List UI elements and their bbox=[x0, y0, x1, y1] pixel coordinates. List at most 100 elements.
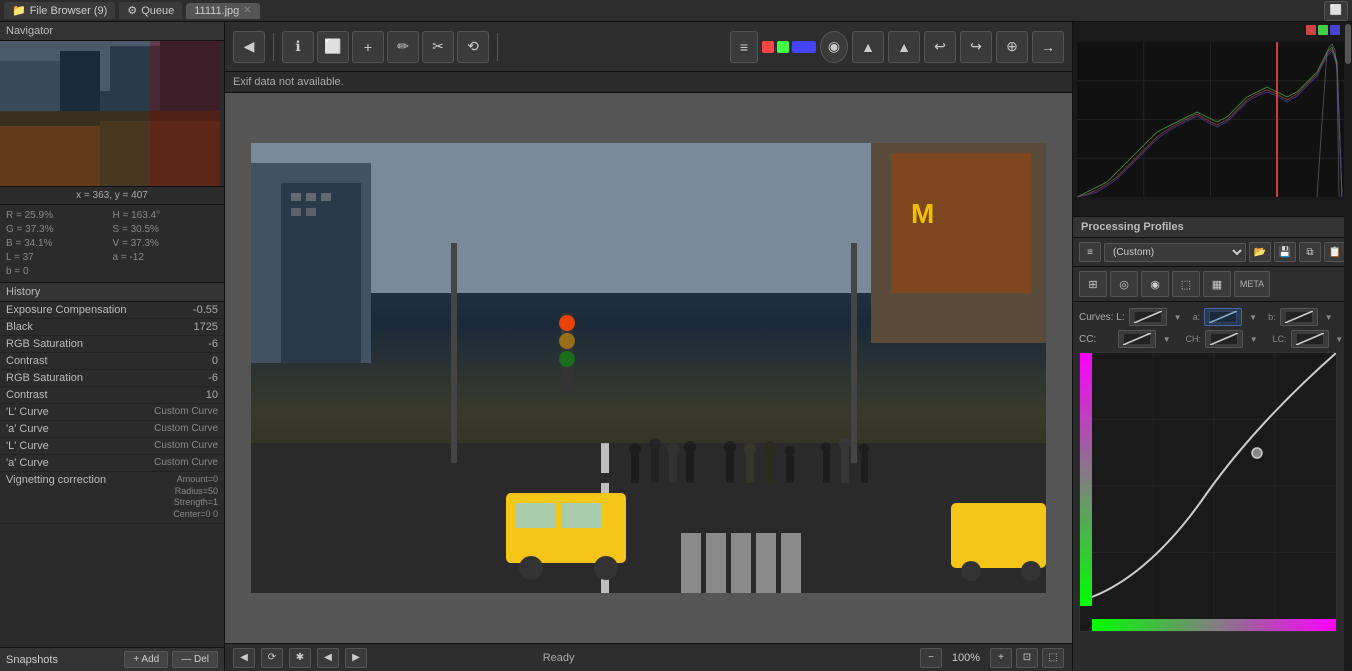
curves-cc-row: CC: ▼ CH: ▼ LC: bbox=[1079, 330, 1346, 348]
color-lab-row: a = -12 bbox=[113, 251, 219, 264]
warning-button[interactable]: ▲ bbox=[852, 31, 884, 63]
circle-button[interactable]: ◉ bbox=[820, 31, 848, 63]
profile-select[interactable]: (Custom) bbox=[1104, 243, 1246, 262]
history-item-lcurve2[interactable]: 'L' Curve Custom Curve bbox=[0, 438, 224, 455]
profile-paste-button[interactable]: 📋 bbox=[1324, 242, 1346, 262]
curves-cc-button[interactable] bbox=[1118, 330, 1156, 348]
file-browser-icon: 📁 bbox=[12, 4, 26, 17]
fit-button[interactable]: ⊡ bbox=[1016, 648, 1038, 668]
detail-tool-button[interactable]: ◉ bbox=[1141, 271, 1169, 297]
tab-queue-label: Queue bbox=[141, 5, 174, 17]
navigator-image[interactable] bbox=[0, 41, 220, 186]
curves-cc-label: CC: bbox=[1079, 334, 1114, 345]
history-item-contrast1[interactable]: Contrast 0 bbox=[0, 353, 224, 370]
star-button[interactable]: ✱ bbox=[289, 648, 311, 668]
left-panel: Navigator bbox=[0, 22, 225, 671]
menu-button[interactable]: ≡ bbox=[730, 31, 758, 63]
profile-list-button[interactable]: ≡ bbox=[1079, 242, 1101, 262]
profile-save-as-button[interactable]: 💾 bbox=[1274, 242, 1296, 262]
exif-text: Exif data not available. bbox=[233, 76, 344, 88]
history-item-rgbsat2[interactable]: RGB Saturation -6 bbox=[0, 370, 224, 387]
history-item-rgbsat1[interactable]: RGB Saturation -6 bbox=[0, 336, 224, 353]
curves-l-label: Curves: L: bbox=[1079, 312, 1125, 323]
history-item-exposure[interactable]: Exposure Compensation -0.55 bbox=[0, 302, 224, 319]
exposure-tool-button[interactable]: ⊞ bbox=[1079, 271, 1107, 297]
history-item-contrast2[interactable]: Contrast 10 bbox=[0, 387, 224, 404]
curves-l-dropdown[interactable]: ▼ bbox=[1171, 310, 1185, 324]
redo-button[interactable]: ↪ bbox=[960, 31, 992, 63]
profile-copy-button[interactable]: ⧉ bbox=[1299, 242, 1321, 262]
zoom-out-button[interactable]: − bbox=[920, 648, 942, 668]
edit-button[interactable]: ✏ bbox=[387, 31, 419, 63]
curves-cc-dropdown[interactable]: ▼ bbox=[1160, 332, 1174, 346]
curves-b-button[interactable] bbox=[1280, 308, 1318, 326]
arrow-left-button[interactable]: ◀ bbox=[317, 648, 339, 668]
profiles-toolbar: ≡ (Custom) 📂 💾 ⧉ 📋 bbox=[1073, 238, 1352, 267]
add-snapshot-button[interactable]: + Add bbox=[124, 651, 168, 668]
undo-button[interactable]: ↩ bbox=[924, 31, 956, 63]
warning2-button[interactable]: ▲ bbox=[888, 31, 920, 63]
refresh-button[interactable]: ⟳ bbox=[261, 648, 283, 668]
transform-tool-button[interactable]: ▦ bbox=[1203, 271, 1231, 297]
history-acurve1-label: 'a' Curve bbox=[6, 423, 49, 435]
lens-tool-button[interactable]: ⬚ bbox=[1172, 271, 1200, 297]
coords-text: x = 363, y = 407 bbox=[76, 190, 148, 201]
history-rgbsat1-label: RGB Saturation bbox=[6, 338, 83, 350]
street-scene-svg: M CITY SPEED LIMIT 25 bbox=[251, 143, 1046, 593]
image-container[interactable]: M CITY SPEED LIMIT 25 bbox=[225, 93, 1072, 643]
next-button[interactable]: → bbox=[1032, 31, 1064, 63]
tab-close-icon[interactable]: ✕ bbox=[243, 5, 251, 16]
history-item-lcurve1[interactable]: 'L' Curve Custom Curve bbox=[0, 404, 224, 421]
scissors-button[interactable]: ✂ bbox=[422, 31, 454, 63]
tab-file-browser[interactable]: 📁 File Browser (9) bbox=[4, 2, 115, 19]
tab-image-label: 11111.jpg bbox=[194, 5, 239, 17]
curves-a-button[interactable] bbox=[1204, 308, 1242, 326]
tab-image[interactable]: 11111.jpg ✕ bbox=[186, 3, 259, 19]
color-h-label: H = 163.4° bbox=[113, 210, 161, 221]
red-dot bbox=[762, 41, 774, 53]
prev-image-button[interactable]: ◀ bbox=[233, 648, 255, 668]
green-dot bbox=[777, 41, 789, 53]
curves-lab-row: Curves: L: ▼ a: ▼ b: bbox=[1079, 308, 1346, 326]
arrow-right-button[interactable]: ▶ bbox=[345, 648, 367, 668]
curves-ch-button[interactable] bbox=[1205, 330, 1243, 348]
history-item-vignetting[interactable]: Vignetting correction Amount=0Radius=50S… bbox=[0, 472, 224, 524]
profile-open-button[interactable]: 📂 bbox=[1249, 242, 1271, 262]
toolbar-right-group: ≡ ◉ ▲ ▲ ↩ ↪ ⊕ → bbox=[730, 31, 1064, 63]
curves-section: Curves: L: ▼ a: ▼ b: bbox=[1073, 302, 1352, 671]
add-button[interactable]: + bbox=[352, 31, 384, 63]
color-s-row: S = 30.5% bbox=[113, 223, 219, 236]
meta-tool-button[interactable]: META bbox=[1234, 271, 1270, 297]
blue-channel-indicator bbox=[1330, 25, 1340, 35]
curves-a-separator: a: bbox=[1193, 312, 1201, 322]
right-scrollbar-thumb[interactable] bbox=[1345, 24, 1351, 64]
color-tool-button[interactable]: ◎ bbox=[1110, 271, 1138, 297]
fullscreen-button[interactable]: ⬚ bbox=[1042, 648, 1064, 668]
color-g-row: G = 37.3% bbox=[6, 223, 112, 236]
zoom-fit-button[interactable]: ⊕ bbox=[996, 31, 1028, 63]
history-list[interactable]: Exposure Compensation -0.55 Black 1725 R… bbox=[0, 302, 224, 647]
color-info: R = 25.9% H = 163.4° G = 37.3% S = 30.5%… bbox=[0, 205, 224, 283]
history-exposure-label: Exposure Compensation bbox=[6, 304, 126, 316]
curve-editor[interactable] bbox=[1079, 352, 1337, 632]
curves-l-button[interactable] bbox=[1129, 308, 1167, 326]
curves-a-dropdown[interactable]: ▼ bbox=[1246, 310, 1260, 324]
maximize-button[interactable]: ⬜ bbox=[1324, 1, 1348, 21]
curves-ch-dropdown[interactable]: ▼ bbox=[1247, 332, 1261, 346]
remove-snapshot-button[interactable]: — Del bbox=[172, 651, 218, 668]
curves-lc-button[interactable] bbox=[1291, 330, 1329, 348]
history-item-acurve2[interactable]: 'a' Curve Custom Curve bbox=[0, 455, 224, 472]
history-item-acurve1[interactable]: 'a' Curve Custom Curve bbox=[0, 421, 224, 438]
curves-b-dropdown[interactable]: ▼ bbox=[1322, 310, 1336, 324]
history-item-black[interactable]: Black 1725 bbox=[0, 319, 224, 336]
tab-queue[interactable]: ⚙ Queue bbox=[119, 2, 182, 19]
zoom-in-button[interactable]: + bbox=[990, 648, 1012, 668]
info-button[interactable]: ℹ bbox=[282, 31, 314, 63]
toolbar-sep-2 bbox=[497, 33, 498, 61]
processing-profiles-header: Processing Profiles bbox=[1073, 217, 1352, 238]
back-button[interactable]: ◀ bbox=[233, 31, 265, 63]
color-b-label: B = 34.1% bbox=[6, 238, 52, 249]
crop-button[interactable]: ⬜ bbox=[317, 31, 349, 63]
rotate-button[interactable]: ⟲ bbox=[457, 31, 489, 63]
processing-profiles-label: Processing Profiles bbox=[1081, 221, 1184, 233]
